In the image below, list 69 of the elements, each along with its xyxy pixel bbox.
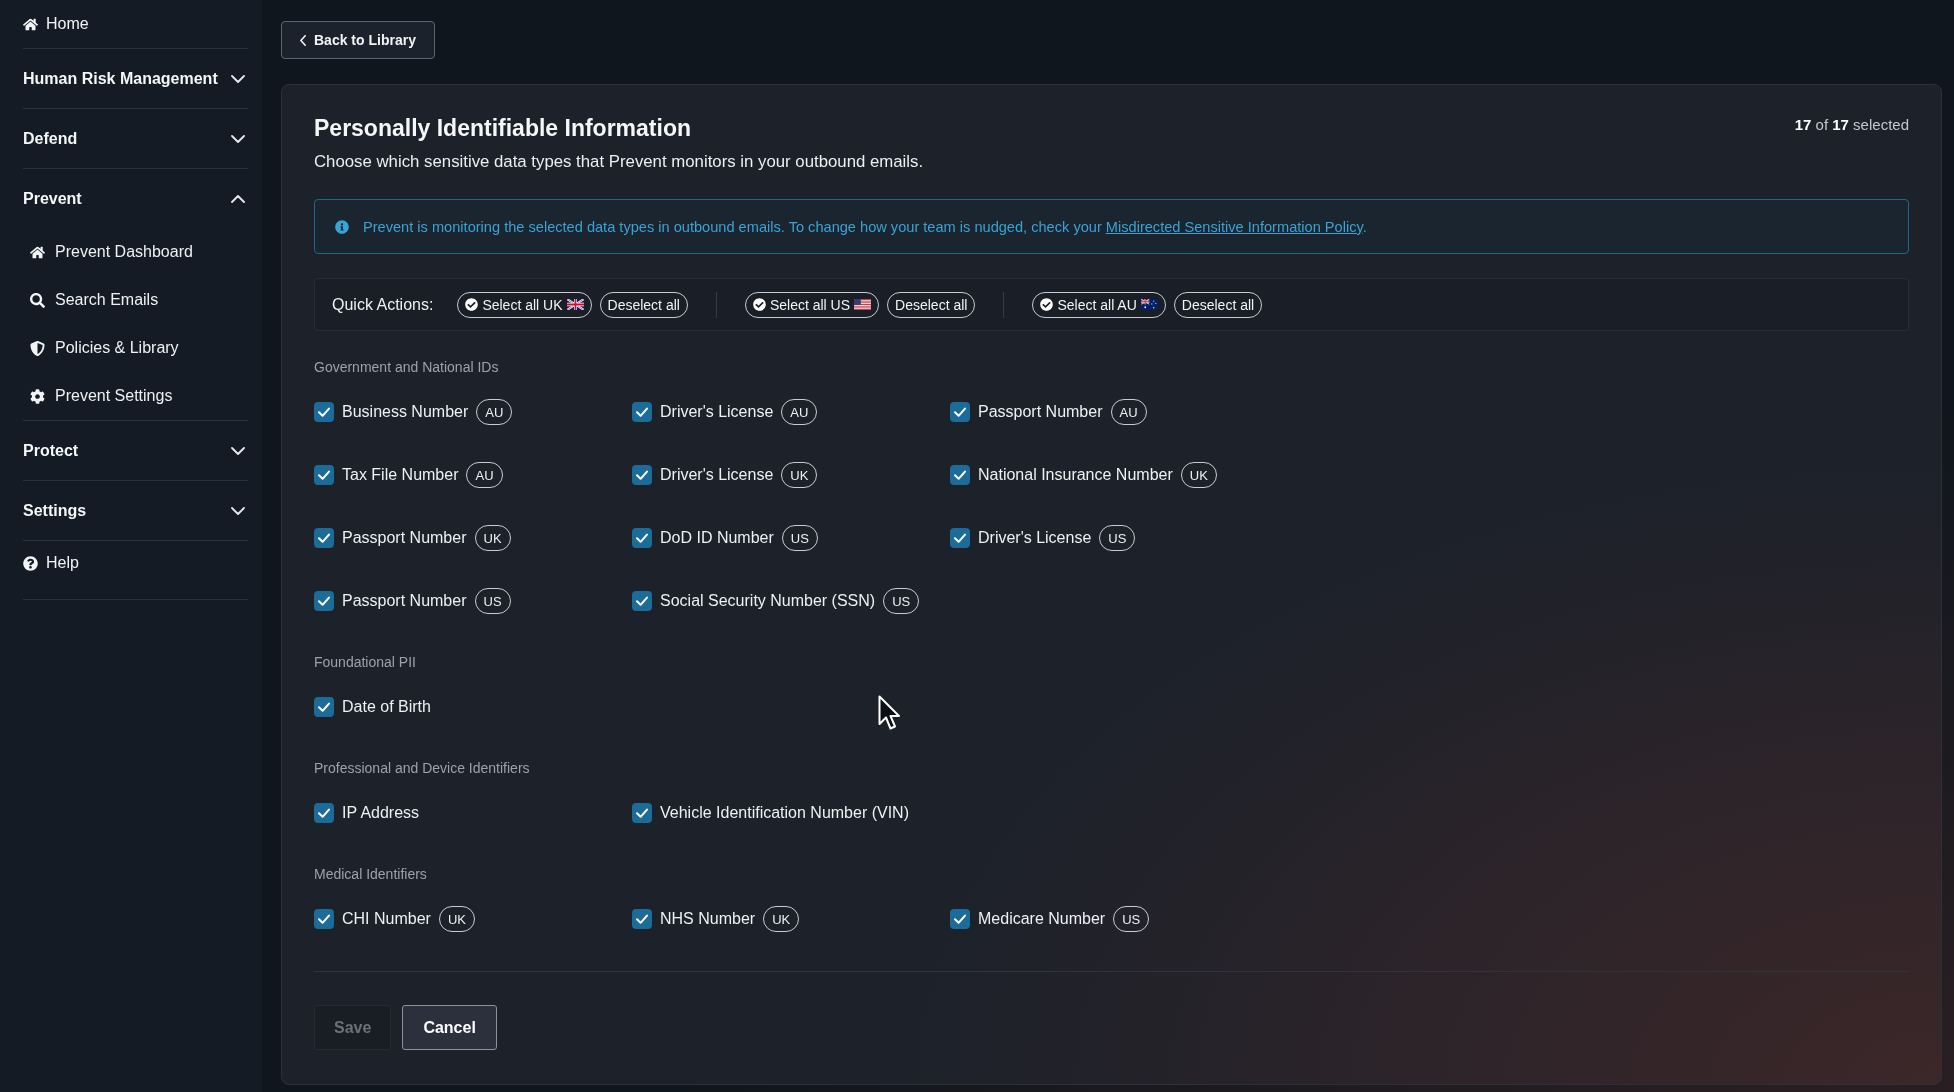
- checkbox[interactable]: [314, 909, 334, 929]
- option-label: Driver's License: [978, 529, 1092, 547]
- panel-subtitle: Choose which sensitive data types that Prevent monitors in your outbound emails.: [314, 152, 924, 172]
- home-icon: [23, 16, 38, 32]
- checkbox[interactable]: [632, 402, 652, 422]
- category-heading: Professional and Device Identifiers: [314, 759, 530, 778]
- option-label: CHI Number: [342, 910, 431, 928]
- option-label: Social Security Number (SSN): [660, 592, 876, 610]
- checkbox[interactable]: [632, 528, 652, 548]
- option-label: Vehicle Identification Number (VIN): [660, 804, 909, 822]
- nav-subitem[interactable]: Policies & Library: [30, 339, 179, 357]
- union-flag-icon: [566, 299, 584, 310]
- quick-actions-label: Quick Actions:: [332, 295, 434, 314]
- option-label: Driver's License: [660, 466, 774, 484]
- nav-subitem[interactable]: Prevent Settings: [30, 387, 173, 405]
- option-label: NHS Number: [660, 910, 756, 928]
- option-label: Tax File Number: [342, 466, 459, 484]
- checkbox[interactable]: [314, 528, 334, 548]
- category-heading: Government and National IDs: [314, 358, 499, 377]
- home-icon: [30, 244, 45, 260]
- checkbox[interactable]: [632, 909, 652, 929]
- back-button[interactable]: Back to Library: [281, 21, 435, 59]
- option-label: Business Number: [342, 403, 469, 421]
- nav-subitem[interactable]: Prevent Dashboard: [30, 243, 193, 261]
- option-label: Passport Number: [342, 529, 467, 547]
- nav-link[interactable]: Help: [23, 554, 79, 572]
- nav-section-header[interactable]: Defend: [23, 109, 248, 168]
- nav-link[interactable]: Home: [23, 15, 89, 33]
- panel-title: Personally Identifiable Information: [314, 115, 691, 141]
- nav-subitem[interactable]: Search Emails: [30, 291, 159, 309]
- option-label: IP Address: [342, 804, 420, 822]
- category-heading: Foundational PII: [314, 653, 416, 672]
- option-label: National Insurance Number: [978, 466, 1173, 484]
- checkbox[interactable]: [314, 402, 334, 422]
- checkbox[interactable]: [950, 528, 970, 548]
- nav-section-header[interactable]: Human Risk Management: [23, 49, 248, 108]
- nav-section-header[interactable]: Prevent: [23, 169, 248, 228]
- settings-icon: [30, 388, 45, 404]
- option-label: DoD ID Number: [660, 529, 774, 547]
- shield-icon: [30, 340, 45, 356]
- checkbox[interactable]: [314, 591, 334, 611]
- info-message: Prevent is monitoring the selected data types in outbound emails. To change how your team is nudged, check your Misdirected Sensitive Information Policy.: [363, 218, 1367, 235]
- checkbox[interactable]: [314, 697, 334, 717]
- australian-flag-icon: [1140, 299, 1158, 310]
- checkbox[interactable]: [950, 465, 970, 485]
- option-label: Passport Number: [342, 592, 467, 610]
- checkbox[interactable]: [632, 803, 652, 823]
- option-label: Passport Number: [978, 403, 1103, 421]
- checkbox[interactable]: [950, 909, 970, 929]
- checkbox[interactable]: [314, 465, 334, 485]
- selection-count: 17 of 17 selected: [1794, 115, 1909, 135]
- chevron-left-icon: [300, 34, 306, 46]
- option-label: Date of Birth: [342, 698, 431, 716]
- category-heading: Medical Identifiers: [314, 865, 427, 884]
- option-label: Medicare Number: [978, 910, 1106, 928]
- checkbox[interactable]: [632, 465, 652, 485]
- option-label: Driver's License: [660, 403, 774, 421]
- checkbox[interactable]: [632, 591, 652, 611]
- search-icon: [30, 292, 45, 308]
- us-flag-icon: [854, 299, 872, 310]
- cancel-button[interactable]: Cancel: [402, 1005, 497, 1050]
- mouse-pointer-icon: [878, 695, 900, 731]
- nav-section-header[interactable]: Settings: [23, 481, 248, 540]
- info-icon: [335, 219, 349, 234]
- checkbox[interactable]: [314, 803, 334, 823]
- checkbox[interactable]: [950, 402, 970, 422]
- nav-section-header[interactable]: Protect: [23, 421, 248, 480]
- help-icon: [23, 555, 38, 571]
- policy-link[interactable]: Misdirected Sensitive Information Policy: [1105, 218, 1363, 235]
